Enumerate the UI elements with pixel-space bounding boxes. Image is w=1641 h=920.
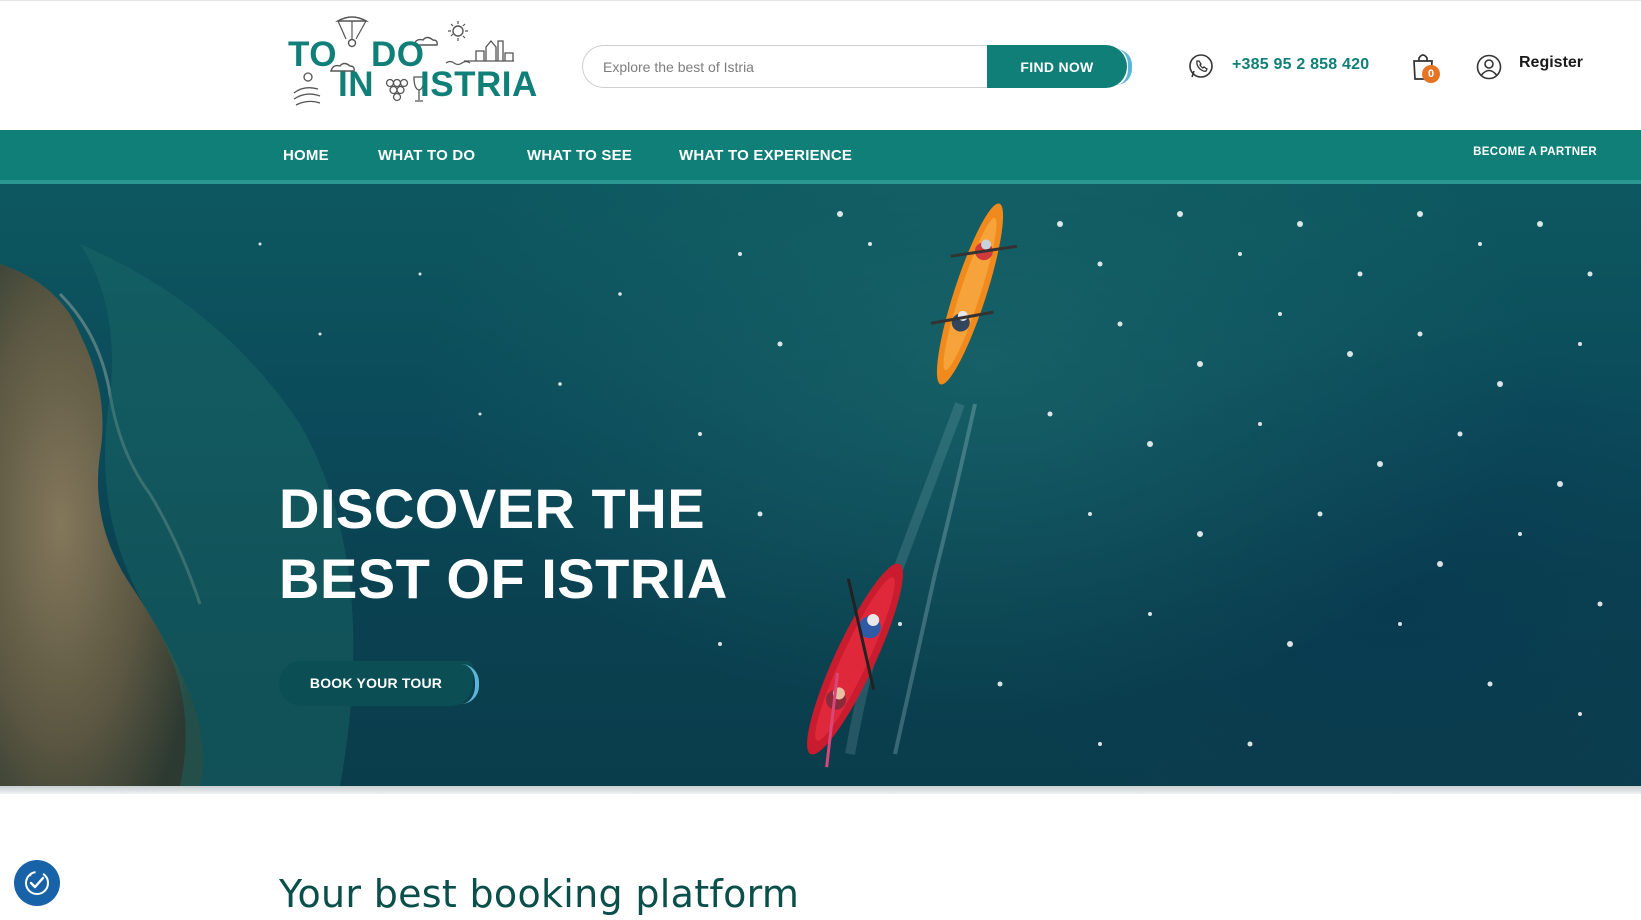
nav-item-home[interactable]: HOME (283, 147, 329, 164)
site-logo[interactable]: TO DO IN ISTRIA (286, 15, 542, 107)
logo-text-line2: IN ISTRIA (338, 65, 538, 105)
cart-count-badge: 0 (1422, 65, 1440, 83)
book-your-tour-button[interactable]: BOOK YOUR TOUR (279, 661, 479, 706)
section-title: Your best booking platform (279, 872, 800, 916)
hero-title: DISCOVER THE BEST OF ISTRIA (279, 474, 879, 614)
whatsapp-icon[interactable] (1188, 53, 1214, 79)
hero-banner: DISCOVER THE BEST OF ISTRIA BOOK YOUR TO… (0, 184, 1641, 786)
search-input[interactable] (582, 45, 1002, 88)
logo-word-in: IN (338, 65, 374, 104)
nav-item-what-to-do[interactable]: WHAT TO DO (378, 147, 475, 164)
register-link[interactable]: Register (1519, 54, 1583, 72)
search-bar: FIND NOW (582, 45, 1132, 88)
logo-word-istria: ISTRIA (420, 65, 538, 104)
orange-kayak (930, 203, 1018, 385)
logo-word-to: TO (288, 35, 337, 74)
hero-title-line2: BEST OF ISTRIA (279, 547, 728, 610)
find-now-button[interactable]: FIND NOW (987, 45, 1132, 88)
cookie-consent-button[interactable] (14, 860, 60, 906)
site-header: TODO INISTRIA FIND NOW +385 95 2 858 420… (0, 0, 1641, 130)
hero-title-line1: DISCOVER THE (279, 477, 706, 540)
phone-number[interactable]: +385 95 2 858 420 (1232, 56, 1369, 74)
cookie-settings-icon (25, 871, 49, 895)
nav-item-what-to-experience[interactable]: WHAT TO EXPERIENCE (679, 147, 852, 164)
main-navigation: HOME WHAT TO DO WHAT TO SEE WHAT TO EXPE… (0, 130, 1641, 185)
become-partner-link[interactable]: BECOME A PARTNER (1473, 146, 1597, 158)
user-circle-icon[interactable] (1476, 54, 1502, 80)
hero-bottom-edge (0, 786, 1641, 794)
nav-item-what-to-see[interactable]: WHAT TO SEE (527, 147, 632, 164)
